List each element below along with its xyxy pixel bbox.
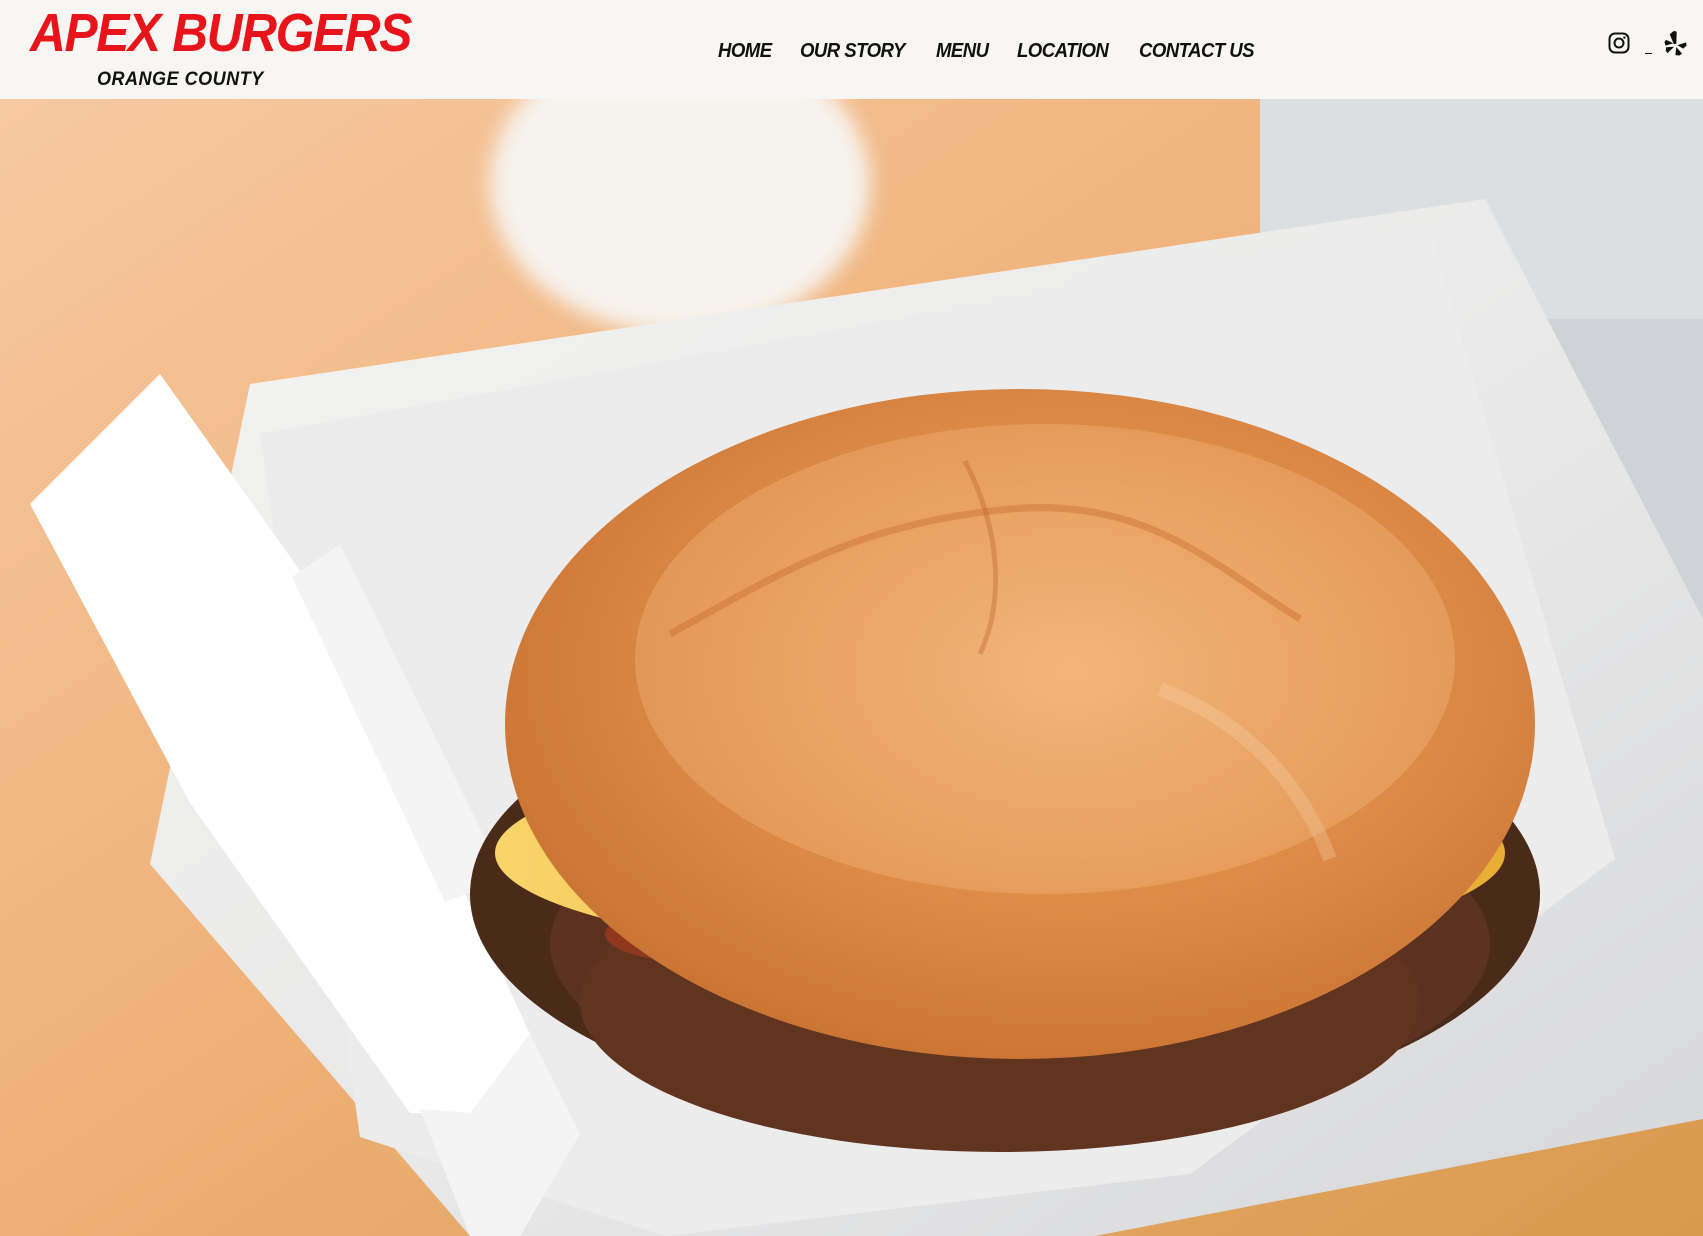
burger-photo [0,99,1703,1236]
nav-item-location[interactable]: LOCATION [1017,36,1109,66]
logo-subtitle: ORANGE COUNTY [97,69,264,90]
hero-image [0,99,1703,1236]
nav-item-menu[interactable]: MENU [936,36,989,66]
nav-item-our-story[interactable]: OUR STORY [800,36,905,66]
yelp-icon [1664,31,1687,56]
main-nav: HOME OUR STORY MENU LOCATION CONTACT US [718,36,1257,66]
nav-item-contact-us[interactable]: CONTACT US [1139,36,1255,66]
instagram-link[interactable] [1607,28,1631,58]
social-separator [1645,53,1652,54]
nav-item-home[interactable]: HOME [718,36,772,66]
site-header: APEX BURGERS ORANGE COUNTY HOME OUR STOR… [0,0,1703,99]
logo-title: APEX BURGERS [30,3,412,63]
site-logo[interactable]: APEX BURGERS ORANGE COUNTY [30,0,412,99]
instagram-icon [1608,32,1630,54]
yelp-link[interactable] [1663,28,1687,58]
